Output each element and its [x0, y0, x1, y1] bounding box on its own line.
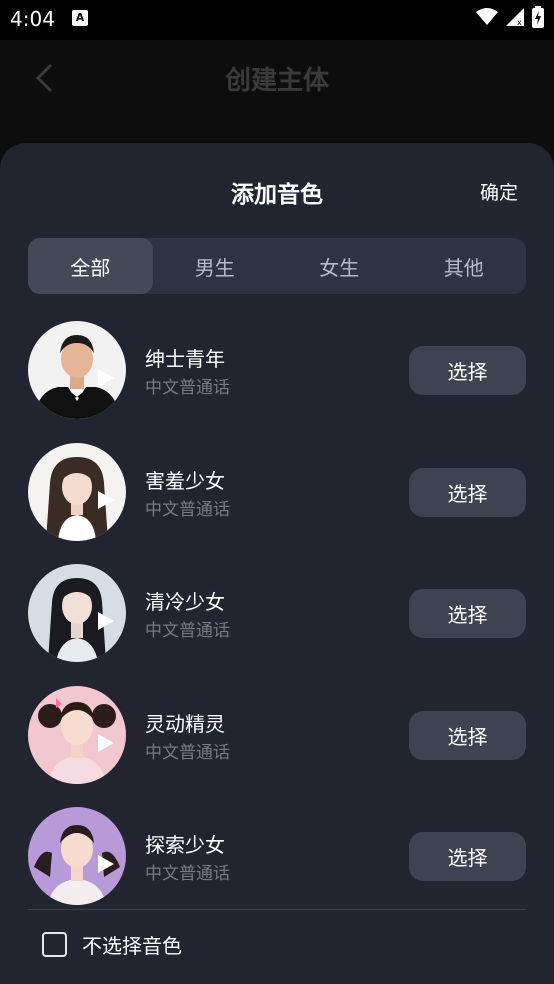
voice-language: 中文普通话	[145, 864, 230, 884]
signal-icon: x	[506, 8, 524, 26]
tab-other[interactable]: 其他	[402, 238, 527, 294]
voice-name: 探索少女	[145, 833, 225, 857]
voice-name: 灵动精灵	[145, 711, 225, 736]
voice-row: 探索少女 中文普通话 选择	[0, 799, 554, 921]
status-bar: 4:04 A x	[0, 0, 554, 40]
select-voice-button[interactable]: 选择	[409, 589, 526, 638]
voice-name: 害羞少女	[145, 468, 225, 493]
select-voice-button[interactable]: 选择	[409, 710, 526, 760]
play-icon[interactable]	[94, 489, 116, 511]
select-voice-button[interactable]: 选择	[409, 832, 526, 881]
voice-language: 中文普通话	[145, 621, 230, 641]
status-time: 4:04	[10, 7, 55, 31]
voice-name: 绅士青年	[145, 347, 225, 371]
select-voice-button[interactable]: 选择	[409, 467, 526, 517]
play-icon[interactable]	[94, 367, 116, 389]
voice-language: 中文普通话	[145, 499, 230, 520]
add-voice-sheet: 添加音色 确定 全部 男生 女生 其他 绅士青年 中文普通话 选择 害羞少女 中…	[0, 143, 554, 984]
voice-name: 清冷少女	[145, 590, 225, 614]
no-voice-option[interactable]: 不选择音色	[42, 930, 182, 959]
voice-list: 绅士青年 中文普通话 选择 害羞少女 中文普通话 选择 清冷少女 中文普通话 选…	[0, 313, 554, 921]
voice-language: 中文普通话	[145, 378, 230, 398]
tab-female[interactable]: 女生	[277, 238, 402, 294]
no-voice-checkbox[interactable]	[42, 932, 67, 957]
play-icon[interactable]	[94, 732, 116, 754]
sheet-header: 添加音色 确定	[0, 143, 554, 238]
confirm-button[interactable]: 确定	[480, 178, 518, 205]
voice-avatar[interactable]	[28, 321, 126, 419]
status-icons: x	[476, 6, 544, 28]
no-voice-label: 不选择音色	[82, 934, 182, 958]
voice-row: 绅士青年 中文普通话 选择	[0, 313, 554, 435]
notification-badge-icon: A	[72, 10, 88, 26]
wifi-icon	[476, 8, 498, 25]
tab-all[interactable]: 全部	[28, 238, 153, 294]
voice-language: 中文普通话	[145, 742, 230, 763]
voice-row: 灵动精灵 中文普通话 选择	[0, 678, 554, 800]
voice-row: 清冷少女 中文普通话 选择	[0, 556, 554, 678]
voice-avatar[interactable]	[28, 442, 126, 541]
voice-avatar[interactable]	[28, 564, 126, 662]
voice-avatar[interactable]	[28, 685, 126, 784]
divider	[28, 909, 526, 910]
play-icon[interactable]	[94, 853, 116, 875]
battery-icon	[532, 6, 544, 28]
voice-row: 害羞少女 中文普通话 选择	[0, 435, 554, 557]
voice-avatar[interactable]	[28, 807, 126, 905]
voice-category-tabs: 全部 男生 女生 其他	[28, 238, 526, 294]
tab-male[interactable]: 男生	[153, 238, 278, 294]
svg-text:x: x	[517, 18, 522, 26]
sheet-title: 添加音色	[231, 182, 323, 208]
play-icon[interactable]	[94, 610, 116, 632]
select-voice-button[interactable]: 选择	[409, 346, 526, 395]
background-page-title: 创建主体	[224, 66, 329, 96]
